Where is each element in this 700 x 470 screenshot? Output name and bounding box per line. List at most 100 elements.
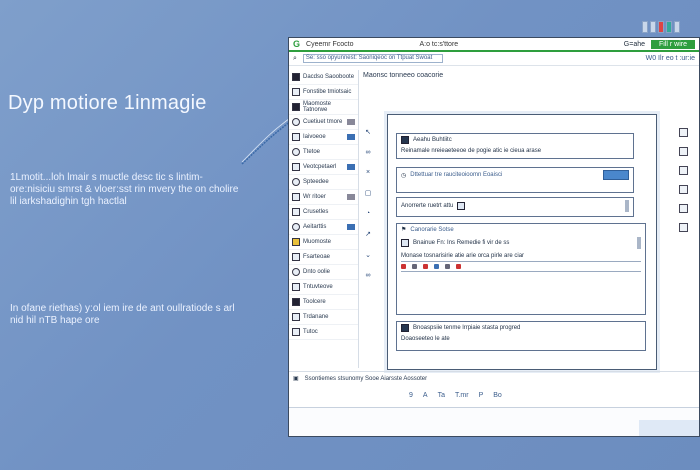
window-icon[interactable] xyxy=(679,128,688,137)
tray-icon[interactable] xyxy=(674,21,680,33)
badge xyxy=(347,134,355,140)
link-icon[interactable]: ∞ xyxy=(366,272,371,279)
format-button[interactable]: 9 xyxy=(409,392,413,402)
status-bar: ▣ Ssontiemes stsunomy Sooe Aiarsste Aoss… xyxy=(289,371,699,385)
card-title: Bnoaspsiie tenme lrrpiaie stasta progred xyxy=(413,325,521,331)
sidebar-item[interactable]: Dacdso Saooboote xyxy=(289,70,358,85)
sidebar-item[interactable]: Aeitarttis xyxy=(289,220,358,235)
sidebar-item-label: Ttetoe xyxy=(303,149,321,155)
account-label[interactable]: G=ahe xyxy=(624,41,645,48)
mail-icon xyxy=(292,103,300,111)
detail-card[interactable]: ⚑ Canorarie Sotse Bnainue Fn: Ins Remedi… xyxy=(396,223,646,315)
promo-description: 1Lmotit...loh lmair s muctle desc tic s … xyxy=(10,172,239,207)
tray-icon[interactable] xyxy=(658,21,664,33)
settings-icon xyxy=(292,178,300,186)
center-title: A:o tc:s'ttore xyxy=(419,40,459,48)
link-icon[interactable]: ∞ xyxy=(366,149,371,156)
sidebar-item[interactable]: Wr ritoer xyxy=(289,190,358,205)
sidebar-item[interactable]: Muomoste xyxy=(289,235,358,250)
status-text: Ssontiemes stsunomy Sooe Aiarsste Aossot… xyxy=(304,375,428,382)
window-icon[interactable] xyxy=(679,147,688,156)
clock-icon: ◷ xyxy=(401,172,407,179)
badge xyxy=(347,119,355,125)
sidebar-item[interactable]: Maomoste Tatnorwe xyxy=(289,100,358,115)
card-text: Reinamale nreieaeteeoe de pogie atic ie … xyxy=(401,148,542,154)
calendar-icon xyxy=(292,283,300,291)
sidebar-item[interactable]: Veotcpetaerl xyxy=(289,160,358,175)
message-editor[interactable] xyxy=(289,407,699,436)
window-icon[interactable] xyxy=(679,166,688,175)
sidebar-item[interactable]: Fonstibe tmiotsaic xyxy=(289,85,358,100)
dialog: Aeahu Buhtiitc Reinamale nreieaeteeoe de… xyxy=(387,114,657,370)
bookmark-icon xyxy=(292,328,300,336)
tray-icon[interactable] xyxy=(642,21,648,33)
window-icon[interactable] xyxy=(679,204,688,213)
sidebar-item[interactable]: Tutoc xyxy=(289,325,358,340)
square-icon[interactable]: ▣ xyxy=(293,375,299,382)
scroll-handle[interactable] xyxy=(625,200,629,212)
tab-active[interactable]: Fill r wire xyxy=(651,39,695,49)
window-title: Cyeemr Fcocto xyxy=(306,40,354,48)
preview-card[interactable]: Bnoaspsiie tenme lrrpiaie stasta progred… xyxy=(396,321,646,351)
window-icon[interactable] xyxy=(679,185,688,194)
scroll-handle[interactable] xyxy=(637,237,641,249)
list-icon xyxy=(292,313,300,321)
help-text[interactable]: W0 Ilr eo t :ur:ie xyxy=(646,55,695,62)
format-button[interactable]: T.mr xyxy=(455,392,469,402)
sidebar-item-label: Toolcere xyxy=(303,299,326,305)
card-title: Aeahu Buhtiitc xyxy=(413,137,452,143)
sidebar-item[interactable]: Spteedee xyxy=(289,175,358,190)
sidebar-item-label: Iaivoeoe xyxy=(303,134,326,140)
card-label: Dttettuar tre rauciteoioomn Eoaisci xyxy=(410,172,503,178)
sidebar-item-label: Fonstibe tmiotsaic xyxy=(303,89,352,95)
app-logo: G xyxy=(293,39,301,49)
sidebar-item-label: Wr ritoer xyxy=(303,194,326,200)
sidebar-item-label: Dacdso Saooboote xyxy=(303,74,355,80)
user-icon xyxy=(292,133,300,141)
checkbox-icon[interactable] xyxy=(457,202,466,210)
arrow-icon[interactable]: ↖ xyxy=(365,128,371,136)
sidebar-item[interactable]: Crusetles xyxy=(289,205,358,220)
sidebar-item[interactable]: Cuetiuet tmore xyxy=(289,115,358,130)
card-title: Bnainue Fn: Ins Remedie fi vir de ss xyxy=(413,240,510,246)
globe-icon xyxy=(292,223,300,231)
submit-button[interactable] xyxy=(603,170,629,180)
chevron-down-icon[interactable]: ⌄ xyxy=(365,251,371,259)
card-text: Doaoseeteo le ate xyxy=(401,336,450,342)
tray-icon[interactable] xyxy=(666,21,672,33)
status-dot xyxy=(456,264,461,269)
sidebar-item[interactable]: Trdanane xyxy=(289,310,358,325)
sidebar-item[interactable]: Ttetoe xyxy=(289,145,358,160)
sidebar-item-label: Fsarteoae xyxy=(303,254,331,260)
sidebar-item[interactable]: Iaivoeoe xyxy=(289,130,358,145)
tray-icon[interactable] xyxy=(650,21,656,33)
search-input[interactable]: Se: sso opyunnest: Saoniqeoc on Ttpuat S… xyxy=(302,54,443,63)
window-icon[interactable] xyxy=(679,223,688,232)
editor-corner xyxy=(639,420,699,436)
copy-icon[interactable]: ▢ xyxy=(365,189,372,197)
sidebar: Dacdso Saooboote Fonstibe tmiotsaic Maom… xyxy=(289,70,359,368)
sidebar-item[interactable]: Tntuvteove xyxy=(289,280,358,295)
promo-title: Dyp motiore 1inmagie xyxy=(8,92,207,114)
bell-icon[interactable]: ◔ xyxy=(366,210,370,217)
arrow-icon[interactable]: ↗ xyxy=(365,230,371,238)
message-card[interactable]: Aeahu Buhtiitc Reinamale nreieaeteeoe de… xyxy=(396,133,634,159)
sidebar-item-label: Maomoste Tatnorwe xyxy=(303,101,332,113)
document-icon xyxy=(292,88,300,96)
status-dot xyxy=(401,264,406,269)
sidebar-item[interactable]: Toolcere xyxy=(289,295,358,310)
sidebar-item-label: Cuetiuet tmore xyxy=(303,119,343,125)
filter-card[interactable]: Anorrerte ruetrt attu xyxy=(396,197,634,217)
format-button[interactable]: Bo xyxy=(493,392,502,402)
document-icon xyxy=(401,239,409,247)
tool-icon xyxy=(292,298,300,306)
format-button[interactable]: Ta xyxy=(438,392,445,402)
format-button[interactable]: A xyxy=(423,392,428,402)
close-icon[interactable]: × xyxy=(366,169,370,176)
search-row: ⌕ Se: sso opyunnest: Saoniqeoc on Ttpuat… xyxy=(289,52,699,66)
input-card[interactable]: ◷ Dttettuar tre rauciteoioomn Eoaisci xyxy=(396,167,634,193)
search-icon[interactable]: ⌕ xyxy=(293,55,297,63)
format-button[interactable]: P xyxy=(479,392,484,402)
sidebar-item[interactable]: Fsarteoae xyxy=(289,250,358,265)
sidebar-item[interactable]: Dnto oolie xyxy=(289,265,358,280)
